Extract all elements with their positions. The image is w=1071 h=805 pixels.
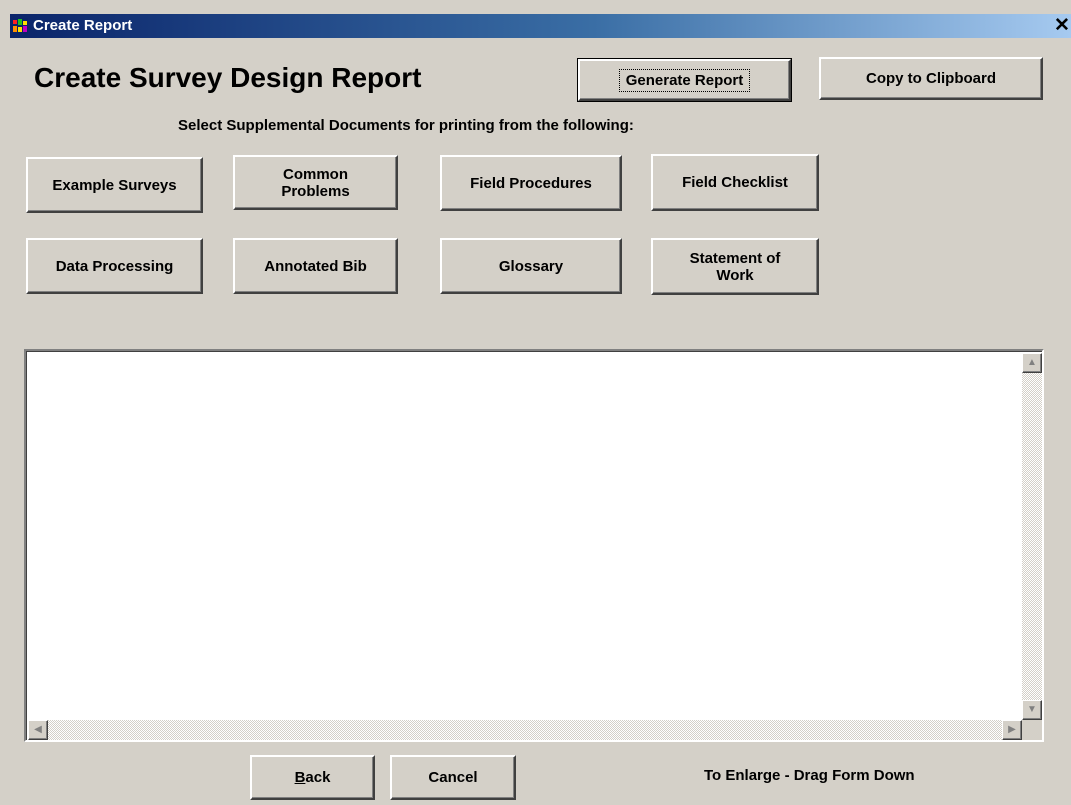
data-processing-button[interactable]: Data Processing <box>26 238 203 294</box>
generate-report-label: Generate Report <box>618 68 751 92</box>
back-button[interactable]: Back <box>250 755 375 800</box>
report-text-area[interactable]: ▲ ▼ ◀ ▶ <box>24 349 1044 742</box>
window-title: Create Report <box>33 17 133 34</box>
statement-of-work-button[interactable]: Statement of Work <box>651 238 819 295</box>
scrollbar-corner <box>1022 720 1042 740</box>
vertical-scrollbar[interactable]: ▲ ▼ <box>1022 353 1042 720</box>
generate-report-button[interactable]: Generate Report <box>577 58 792 102</box>
scroll-right-icon[interactable]: ▶ <box>1002 720 1022 740</box>
app-icon <box>12 18 28 34</box>
scroll-up-icon[interactable]: ▲ <box>1022 353 1042 373</box>
annotated-bib-button[interactable]: Annotated Bib <box>233 238 398 294</box>
enlarge-hint: To Enlarge - Drag Form Down <box>704 767 915 784</box>
field-procedures-button[interactable]: Field Procedures <box>440 155 622 211</box>
example-surveys-button[interactable]: Example Surveys <box>26 157 203 213</box>
copy-to-clipboard-button[interactable]: Copy to Clipboard <box>819 57 1043 100</box>
cancel-button[interactable]: Cancel <box>390 755 516 800</box>
back-accelerator-key: B <box>294 769 306 786</box>
scroll-down-icon[interactable]: ▼ <box>1022 700 1042 720</box>
supplemental-docs-instructions: Select Supplemental Documents for printi… <box>178 117 634 134</box>
close-icon[interactable]: ✕ <box>1053 16 1071 36</box>
title-bar[interactable]: Create Report ✕ <box>10 14 1071 38</box>
page-title: Create Survey Design Report <box>34 62 422 93</box>
scroll-left-icon[interactable]: ◀ <box>28 720 48 740</box>
field-checklist-button[interactable]: Field Checklist <box>651 154 819 211</box>
common-problems-button[interactable]: Common Problems <box>233 155 398 210</box>
glossary-button[interactable]: Glossary <box>440 238 622 294</box>
back-label: ack <box>305 769 331 786</box>
horizontal-scrollbar[interactable]: ◀ ▶ <box>28 720 1022 740</box>
create-report-window: Create Report ✕ Create Survey Design Rep… <box>0 0 1071 805</box>
